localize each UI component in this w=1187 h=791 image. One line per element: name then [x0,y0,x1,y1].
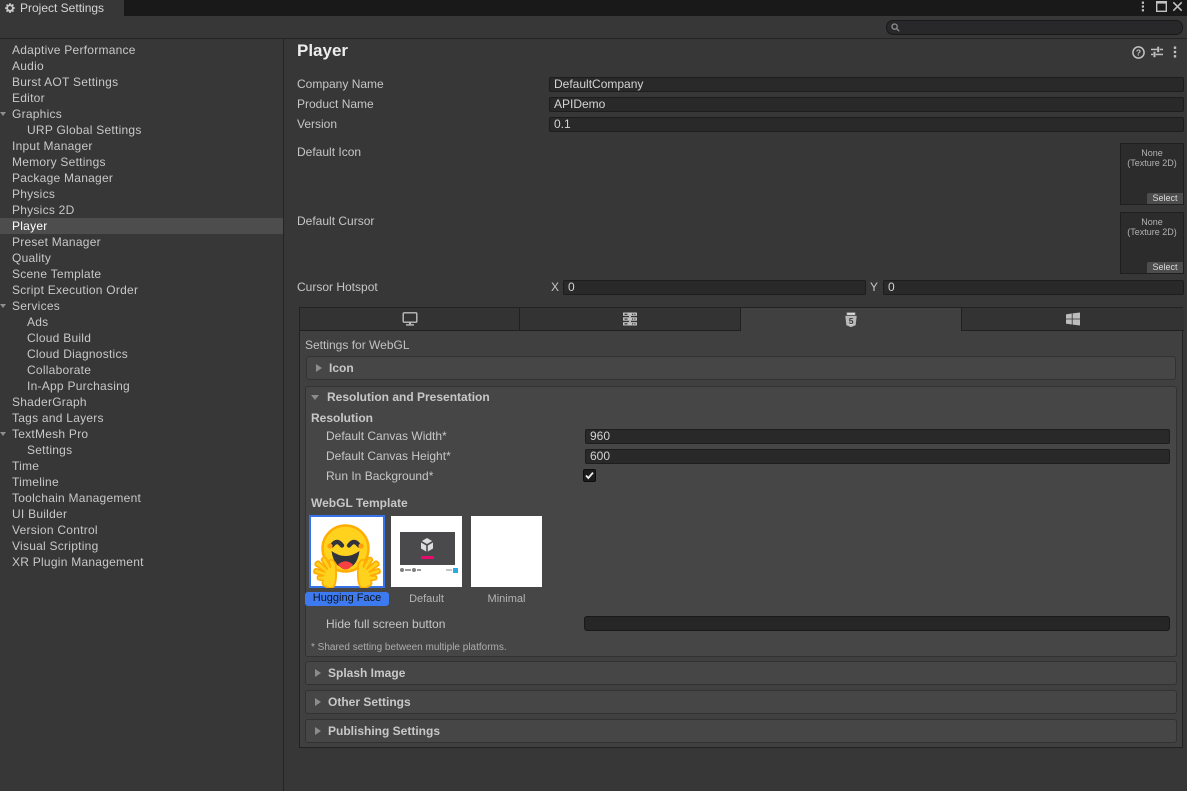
svg-text:?: ? [1136,48,1141,58]
